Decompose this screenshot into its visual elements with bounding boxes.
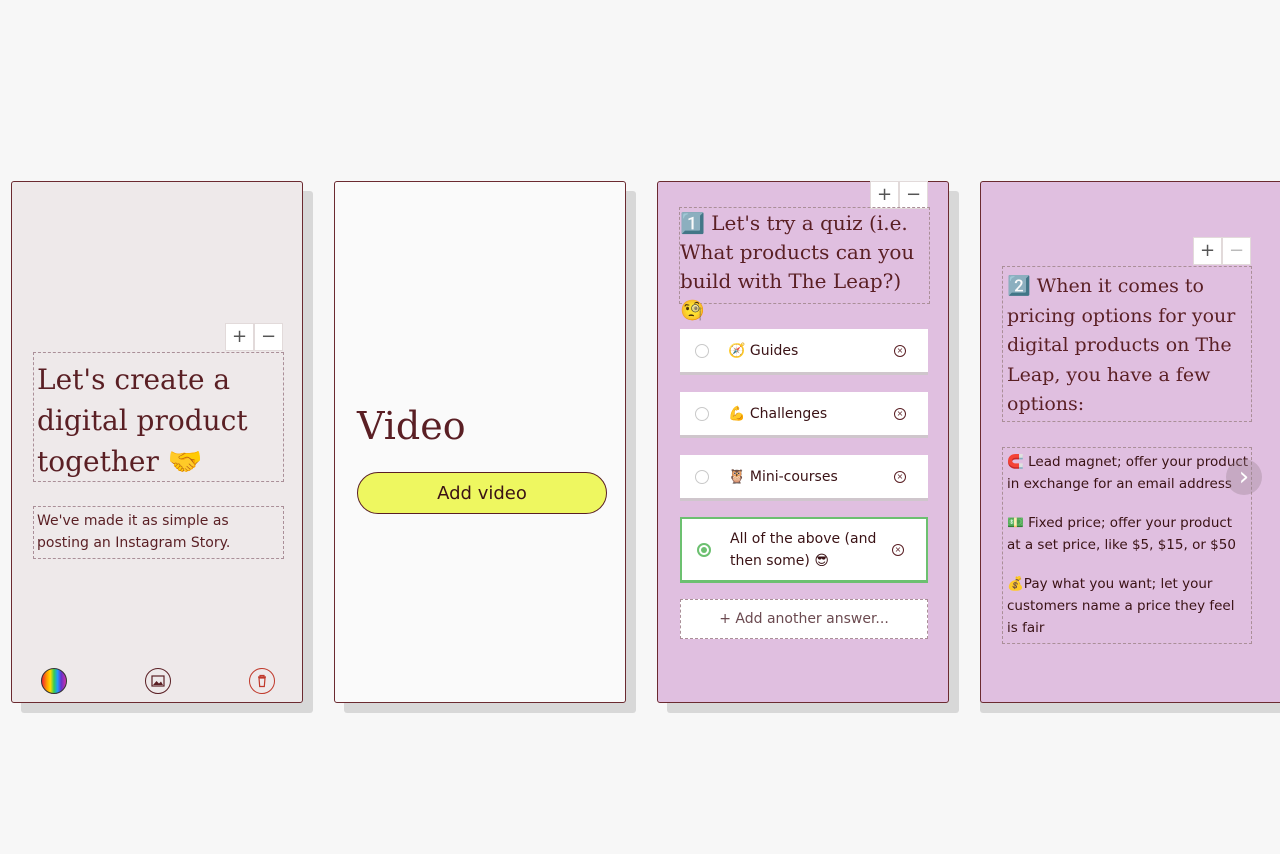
remove-answer-icon[interactable]: × bbox=[894, 344, 906, 357]
radio-button-selected[interactable] bbox=[697, 542, 711, 557]
answer-option-all[interactable]: All of the above (and then some) 😎 × bbox=[680, 517, 928, 583]
remove-answer-icon[interactable]: × bbox=[894, 407, 906, 420]
answer-label: 🦉 Mini-courses bbox=[728, 468, 838, 485]
story-card-video: Video Add video bbox=[334, 181, 626, 703]
image-icon[interactable] bbox=[145, 668, 171, 694]
text-size-stepper: + − bbox=[870, 181, 928, 209]
intro-subtext: We've made it as simple as posting an In… bbox=[37, 513, 231, 551]
story-card-pricing: + − 2️⃣ When it comes to pricing options… bbox=[980, 181, 1280, 703]
pricing-option-lead-magnet: 🧲 Lead magnet; offer your product in exc… bbox=[1007, 454, 1249, 492]
radio-button[interactable] bbox=[695, 469, 709, 484]
radio-button[interactable] bbox=[695, 343, 709, 358]
answer-option-challenges[interactable]: 💪 Challenges × bbox=[680, 392, 928, 438]
increase-size-button[interactable]: + bbox=[1193, 237, 1222, 265]
increase-size-button[interactable]: + bbox=[870, 181, 899, 209]
chevron-right-icon: › bbox=[1238, 462, 1250, 492]
remove-answer-icon[interactable]: × bbox=[892, 543, 904, 556]
add-video-button[interactable]: Add video bbox=[357, 472, 607, 514]
story-card-quiz: + − 1️⃣ Let's try a quiz (i.e. What prod… bbox=[657, 181, 949, 703]
answer-option-mini-courses[interactable]: 🦉 Mini-courses × bbox=[680, 455, 928, 501]
video-title: Video bbox=[357, 404, 466, 448]
rainbow-color-icon[interactable] bbox=[41, 668, 67, 694]
intro-heading: Let's create a digital product together … bbox=[37, 363, 248, 478]
quiz-question: 1️⃣ Let's try a quiz (i.e. What products… bbox=[680, 211, 915, 322]
add-answer-button[interactable]: + Add another answer... bbox=[680, 599, 928, 639]
pricing-question: 2️⃣ When it comes to pricing options for… bbox=[1007, 275, 1236, 415]
text-size-stepper: + − bbox=[225, 323, 283, 351]
decrease-size-button[interactable]: − bbox=[1222, 237, 1251, 265]
next-slide-button[interactable]: › bbox=[1226, 459, 1262, 495]
decrease-size-button[interactable]: − bbox=[899, 181, 928, 209]
text-size-stepper: + − bbox=[1193, 237, 1251, 265]
answer-label: 💪 Challenges bbox=[728, 405, 828, 422]
trash-icon[interactable] bbox=[249, 668, 275, 694]
answer-label: 🧭 Guides bbox=[728, 342, 799, 359]
remove-answer-icon[interactable]: × bbox=[894, 470, 906, 483]
decrease-size-button[interactable]: − bbox=[254, 323, 283, 351]
pricing-option-pay-what-you-want: 💰Pay what you want; let your customers n… bbox=[1007, 576, 1235, 636]
pricing-option-fixed-price: 💵 Fixed price; offer your product at a s… bbox=[1007, 515, 1236, 553]
answer-option-guides[interactable]: 🧭 Guides × bbox=[680, 329, 928, 375]
story-card-intro: + − Let's create a digital product toget… bbox=[11, 181, 303, 703]
increase-size-button[interactable]: + bbox=[225, 323, 254, 351]
radio-button[interactable] bbox=[695, 406, 709, 421]
answer-label: All of the above (and then some) 😎 bbox=[730, 530, 877, 569]
